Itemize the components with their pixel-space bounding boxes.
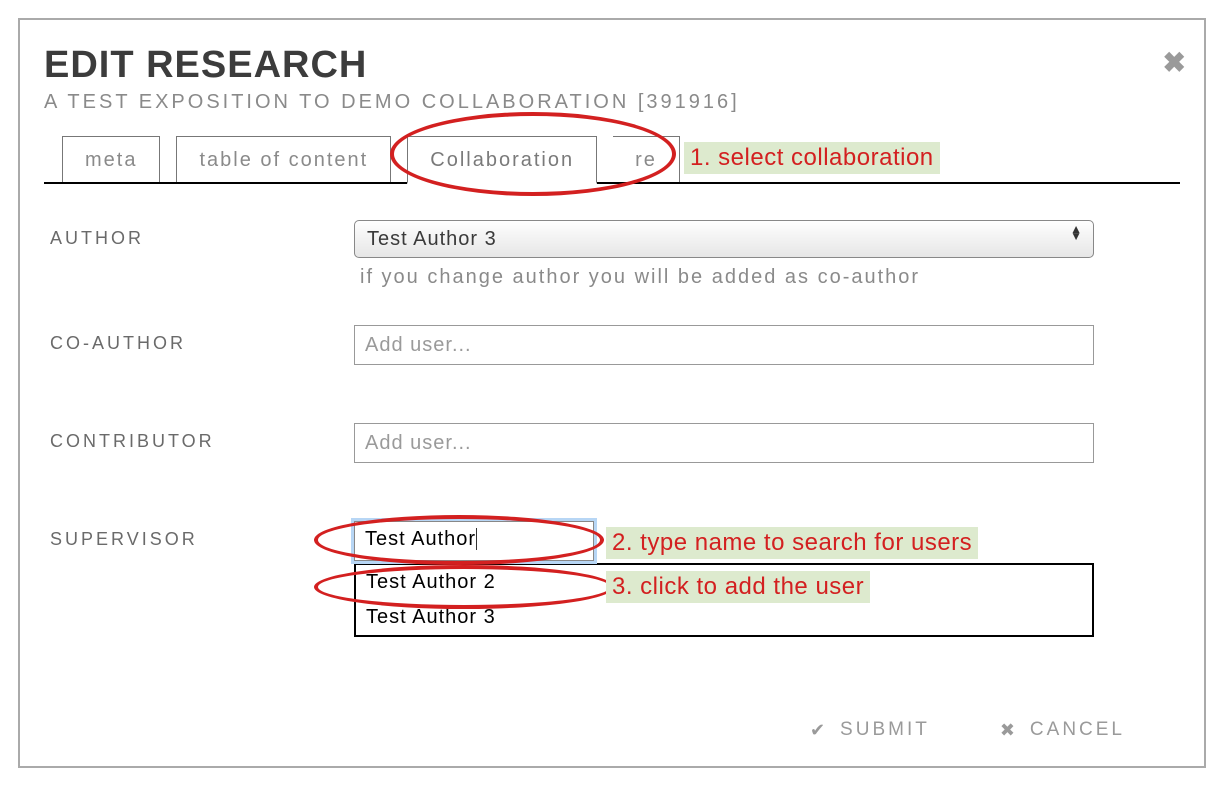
supervisor-label: SUPERVISOR <box>44 521 354 550</box>
tab-collaboration[interactable]: Collaboration <box>407 136 597 184</box>
submit-button[interactable]: ✔ SUBMIT <box>789 708 951 752</box>
contributor-field <box>354 423 1094 463</box>
coauthor-input[interactable] <box>354 325 1094 365</box>
contributor-label: CONTRIBUTOR <box>44 423 354 452</box>
supervisor-dropdown: Test Author 2 Test Author 3 <box>354 563 1094 637</box>
submit-button-label: SUBMIT <box>840 719 930 741</box>
author-row: AUTHOR Test Author 3 ▲▼ if you change au… <box>44 220 1180 289</box>
contributor-input[interactable] <box>354 423 1094 463</box>
author-label: AUTHOR <box>44 220 354 249</box>
tabs: meta table of content Collaboration re <box>44 136 1180 184</box>
tabs-container: meta table of content Collaboration re 1… <box>44 136 1180 184</box>
coauthor-label: CO-AUTHOR <box>44 325 354 354</box>
supervisor-option-2[interactable]: Test Author 3 <box>356 600 1092 635</box>
tab-meta[interactable]: meta <box>62 136 160 182</box>
tab-table-of-content[interactable]: table of content <box>176 136 391 182</box>
tab-re[interactable]: re <box>613 136 680 182</box>
contributor-row: CONTRIBUTOR <box>44 423 1180 463</box>
author-select-value: Test Author 3 <box>367 228 497 251</box>
dialog-title: EDIT RESEARCH <box>44 44 1180 87</box>
close-icon[interactable]: ✖ <box>1163 46 1186 79</box>
author-select[interactable]: Test Author 3 ▲▼ <box>354 220 1094 258</box>
author-help-text: if you change author you will be added a… <box>354 266 1094 289</box>
footer-buttons: ✔ SUBMIT ✖ CANCEL <box>789 708 1146 752</box>
x-icon: ✖ <box>1000 720 1018 741</box>
cancel-button[interactable]: ✖ CANCEL <box>979 708 1146 752</box>
supervisor-input[interactable]: Test Author <box>354 521 594 561</box>
cancel-button-label: CANCEL <box>1030 719 1125 741</box>
check-icon: ✔ <box>810 720 828 741</box>
select-arrows-icon: ▲▼ <box>1070 226 1083 239</box>
supervisor-option-1[interactable]: Test Author 2 <box>356 565 1092 600</box>
coauthor-row: CO-AUTHOR <box>44 325 1180 365</box>
dialog-subtitle: A TEST EXPOSITION TO DEMO COLLABORATION … <box>44 91 1180 114</box>
edit-research-dialog: ✖ EDIT RESEARCH A TEST EXPOSITION TO DEM… <box>18 18 1206 768</box>
author-field: Test Author 3 ▲▼ if you change author yo… <box>354 220 1094 289</box>
supervisor-input-value: Test Author <box>365 528 477 550</box>
coauthor-field <box>354 325 1094 365</box>
supervisor-field: Test Author Test Author 2 Test Author 3 <box>354 521 1094 637</box>
supervisor-row: SUPERVISOR Test Author Test Author 2 Tes… <box>44 521 1180 637</box>
